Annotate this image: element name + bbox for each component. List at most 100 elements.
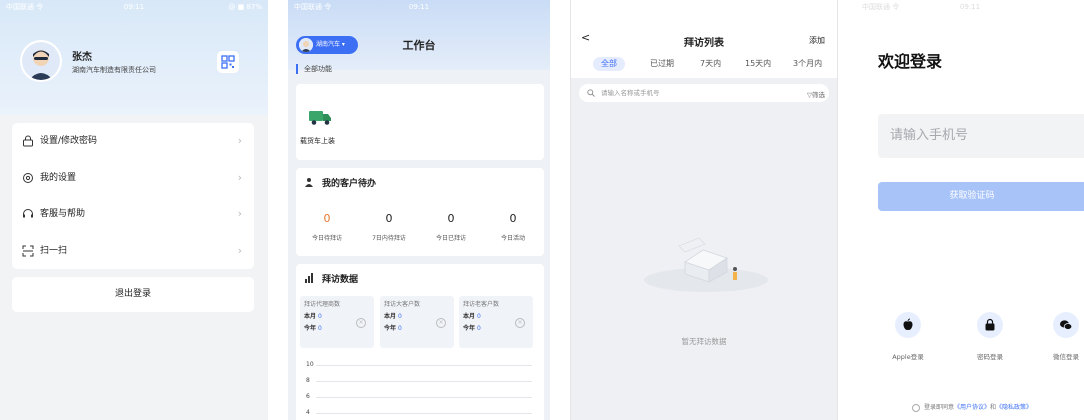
grid-line [316,413,532,414]
filter-button[interactable]: ▽筛选 [807,89,825,99]
month-label: 本月 [384,313,397,320]
grid-line [316,397,532,398]
qr-code-button[interactable] [217,51,239,73]
all-functions-label: 全部功能 [296,64,332,74]
empty-state-text: 暂无拜访数据 [681,337,727,346]
apple-login-button[interactable]: Apple登录 [878,312,938,361]
tab-7days[interactable]: 7天内 [700,57,721,71]
todo-title: 我的客户待办 [304,176,376,189]
menu-item-password[interactable]: 设置/修改密码 › [12,123,254,160]
settings-icon [23,172,33,183]
kpi-value: 0 [509,212,517,225]
lock-icon [977,312,1003,338]
box-title: 拜访代理商数 [304,301,341,308]
kpi-value: 0 [447,212,455,225]
user-name: 张杰 [72,52,92,63]
todo-card: 我的客户待办 0 今日待拜访 0 7日内待拜访 0 今日已拜访 0 今日活动 [296,168,544,256]
menu-item-label: 客服与帮助 [40,209,86,219]
menu-item-label: 设置/修改密码 [40,136,98,146]
search-icon [587,89,595,97]
kpi-label: 7日内待拜访 [372,235,406,242]
month-label: 本月 [304,313,317,320]
tab-expired[interactable]: 已过期 [650,57,674,71]
settings-menu: 设置/修改密码 › 我的设置 › 客服与帮助 › 扫一扫 › [12,123,254,269]
month-value: 0 [317,313,322,320]
y-tick: 8 [306,377,310,384]
login-screen: 中国联通 令 09:11 欢迎登录 请输入手机号 获取验证码 Apple登录 密… [856,0,1084,420]
user-agreement-link[interactable]: 《用户协议》 [954,404,990,411]
agreement-prefix: 登录即同意 [924,404,955,411]
visit-key-accounts-box[interactable]: 拜访大客户数 本月 0 今年 0 × [380,296,454,348]
wechat-login-label: 微信登录 [1053,353,1079,361]
apple-icon [895,312,921,338]
month-value: 0 [476,313,481,320]
kpi-today-visited[interactable]: 0 今日已拜访 [420,212,482,242]
chevron-right-icon: › [237,170,242,184]
clock: 09:11 [959,3,981,11]
profile-screen: 中国联通 令 09:11 @ ■ 87% 张杰 湖南汽车制造有限责任公司 设置/… [0,0,268,420]
agreement-checkbox[interactable] [912,403,920,412]
add-button[interactable]: 添加 [809,35,825,46]
kpi-7day-pending[interactable]: 0 7日内待拜访 [358,212,420,242]
visit-list-screen: < 拜访列表 添加 全部 已过期 7天内 15天内 3个月内 请输入名称或手机号… [570,0,838,420]
phone-input[interactable]: 请输入手机号 [878,114,1084,158]
wechat-icon [1053,312,1079,338]
phone-placeholder: 请输入手机号 [890,128,969,143]
menu-item-label: 我的设置 [40,172,77,183]
kpi-today-pending[interactable]: 0 今日待拜访 [296,212,358,242]
visit-data-card: 拜访数据 拜访代理商数 本月 0 今年 0 × 拜访大客户数 本月 0 今年 0… [296,264,544,420]
password-login-button[interactable]: 密码登录 [960,312,1020,361]
bar-chart-icon [305,273,313,283]
tab-3months[interactable]: 3个月内 [793,57,822,71]
kpi-label: 今日已拜访 [435,235,466,242]
kpi-label: 今日待拜访 [311,235,342,242]
kpi-value: 0 [385,212,393,225]
tab-15days[interactable]: 15天内 [745,57,771,71]
year-label: 今年 [463,325,476,332]
menu-item-my-settings[interactable]: 我的设置 › [12,160,254,197]
visit-old-customers-box[interactable]: 拜访老客户数 本月 0 今年 0 × [459,296,533,348]
grid-line [316,381,532,382]
year-value: 0 [317,325,322,332]
box-title: 拜访大客户数 [384,301,421,308]
status-bar: 中国联通 令 09:11 [288,0,550,14]
user-company: 湖南汽车制造有限责任公司 [72,66,156,74]
tab-all[interactable]: 全部 [593,57,625,71]
battery: @ ■ 87% [228,3,262,11]
headset-icon [23,209,33,218]
menu-item-scan[interactable]: 扫一扫 › [12,233,254,270]
kpi-label: 今日活动 [500,235,525,242]
y-tick: 4 [306,409,310,416]
workbench-screen: 中国联通 令 09:11 湖南汽车 ▾ 工作台 全部功能 载货车上装 我的客户待… [288,0,550,420]
y-tick: 10 [306,361,314,368]
visit-agents-box[interactable]: 拜访代理商数 本月 0 今年 0 × [300,296,374,348]
kpi-today-activity[interactable]: 0 今日活动 [482,212,544,242]
search-input[interactable]: 请输入名称或手机号 [579,84,829,102]
qr-code-icon [221,55,235,69]
apple-login-label: Apple登录 [892,353,924,361]
wechat-login-button[interactable]: 微信登录 [1036,312,1084,361]
menu-item-support[interactable]: 客服与帮助 › [12,196,254,233]
logout-button[interactable]: 退出登录 [12,277,254,312]
grid-line [316,365,532,366]
year-value: 0 [397,325,402,332]
y-tick: 6 [306,393,310,400]
page-title: 工作台 [402,39,436,52]
get-code-button[interactable]: 获取验证码 [878,182,1084,211]
welcome-title: 欢迎登录 [878,52,943,71]
scan-icon [22,245,34,256]
search-placeholder: 请输入名称或手机号 [601,89,660,97]
status-bar: 中国联通 令 09:11 @ ■ 87% [0,0,268,14]
close-icon: × [356,318,366,328]
chevron-right-icon: › [237,134,242,147]
month-value: 0 [397,313,402,320]
avatar[interactable] [20,40,62,82]
status-bar: 中国联通 令 09:11 [856,0,1084,14]
close-icon: × [436,318,446,328]
page-title: 拜访列表 [684,38,724,49]
lock-icon [23,135,33,147]
privacy-policy-link[interactable]: 《隐私政策》 [996,404,1032,411]
close-icon: × [515,318,525,328]
box-title: 拜访老客户数 [463,301,500,308]
visit-data-title: 拜访数据 [304,272,358,285]
